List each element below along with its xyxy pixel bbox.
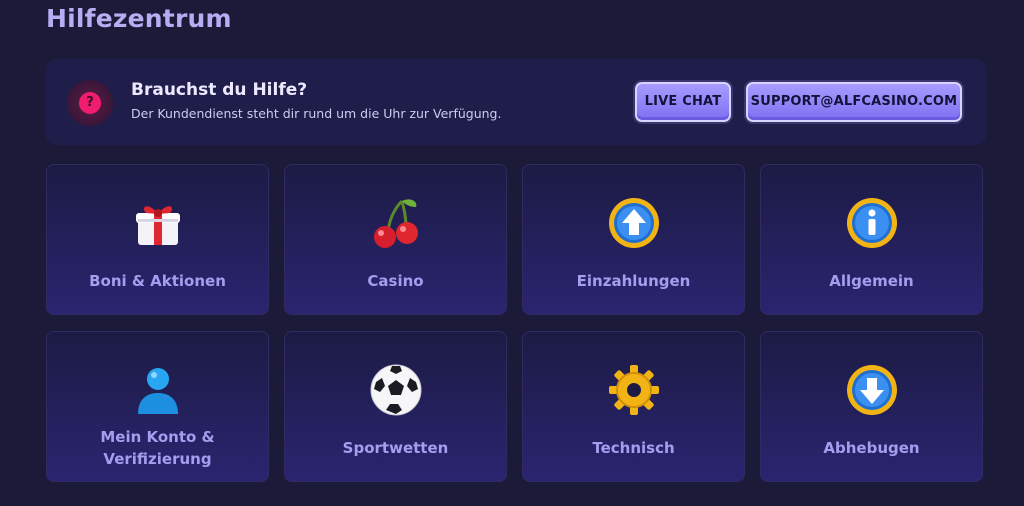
- category-label: Einzahlungen: [576, 272, 691, 290]
- category-label: Technisch: [592, 439, 675, 457]
- info-coin-icon: [846, 198, 897, 248]
- category-card-sportwetten[interactable]: Sportwetten: [284, 331, 507, 482]
- category-label: Boni & Aktionen: [89, 272, 226, 290]
- page-title: Hilfezentrum: [46, 4, 232, 33]
- category-card-technisch[interactable]: Technisch: [522, 331, 745, 482]
- support-email-button[interactable]: SUPPORT@ALFCASINO.COM: [746, 82, 962, 122]
- help-banner: ? Brauchst du Hilfe? Der Kundendienst st…: [46, 59, 986, 145]
- category-label: Sportwetten: [342, 439, 449, 457]
- question-mark: ?: [79, 92, 101, 114]
- live-chat-button[interactable]: LIVE CHAT: [635, 82, 731, 122]
- help-icon: ?: [67, 80, 113, 126]
- category-label: Mein Konto & Verifizierung: [100, 428, 215, 468]
- category-card-allgemein[interactable]: Allgemein: [760, 164, 983, 315]
- arrow-up-coin-icon: [608, 198, 659, 248]
- category-card-konto[interactable]: Mein Konto & Verifizierung: [46, 331, 269, 482]
- gear-icon: [608, 365, 659, 415]
- cherries-icon: [373, 199, 418, 248]
- category-card-abhebungen[interactable]: Abhebugen: [760, 331, 983, 482]
- category-card-casino[interactable]: Casino: [284, 164, 507, 315]
- category-label: Abhebugen: [823, 439, 920, 457]
- category-card-einzahlungen[interactable]: Einzahlungen: [522, 164, 745, 315]
- help-subtitle: Der Kundendienst steht dir rund um die U…: [131, 106, 502, 121]
- soccer-ball-icon: [370, 364, 421, 416]
- gift-icon: [135, 206, 180, 245]
- category-label: Allgemein: [829, 272, 914, 290]
- arrow-down-coin-icon: [846, 365, 897, 415]
- category-card-boni[interactable]: Boni & Aktionen: [46, 164, 269, 315]
- user-icon: [137, 368, 178, 414]
- category-label: Casino: [367, 272, 424, 290]
- help-title: Brauchst du Hilfe?: [131, 80, 308, 100]
